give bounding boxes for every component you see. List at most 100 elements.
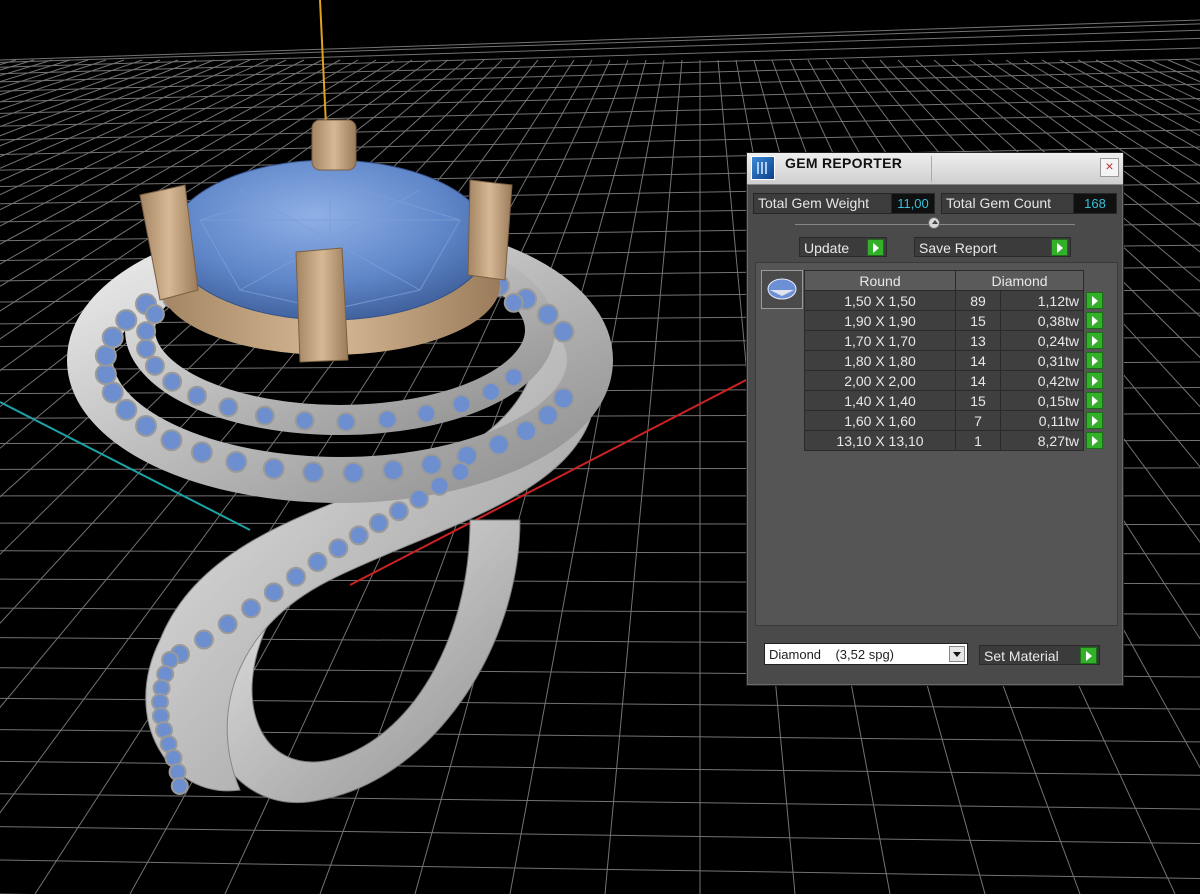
title-divider (931, 156, 932, 182)
material-select[interactable]: Diamond (3,52 spg) (764, 643, 968, 665)
pave-stone (515, 419, 538, 442)
row-select-cell (1084, 371, 1107, 391)
pave-stone (377, 409, 398, 430)
pave-stone (416, 403, 437, 424)
slider-handle[interactable] (928, 217, 940, 229)
pave-stone (285, 566, 306, 587)
gem-count-cell: 14 (955, 370, 1001, 391)
pave-stone (503, 292, 524, 313)
table-row: 1,90 X 1,90 15 0,38tw (804, 310, 1107, 331)
pave-stone (307, 552, 328, 573)
title-bar[interactable]: GEM REPORTER × (747, 153, 1123, 185)
chevron-down-icon[interactable] (949, 646, 965, 662)
pave-stone (388, 501, 409, 522)
row-play-icon[interactable] (1086, 311, 1103, 329)
pave-stone (144, 304, 165, 325)
gem-table: Round Diamond 1,50 X 1,50 89 1,12tw 1,90 X … (804, 270, 1107, 451)
pave-stone (241, 598, 262, 619)
pave-stone (262, 457, 285, 480)
total-gem-weight-value: 11,00 (891, 193, 935, 214)
gem-count-cell: 1 (955, 430, 1001, 451)
row-select-cell (1084, 411, 1107, 431)
gem-table-area: Round Diamond 1,50 X 1,50 89 1,12tw 1,90 X … (755, 262, 1118, 626)
pave-stone (487, 433, 510, 456)
pave-stone (135, 414, 158, 437)
pave-stone (552, 387, 575, 410)
pave-stone (294, 410, 315, 431)
pave-stone (429, 475, 450, 496)
row-play-icon[interactable] (1086, 411, 1103, 429)
pave-stone (101, 326, 124, 349)
pave-stone (420, 453, 443, 476)
save-report-play-icon[interactable] (1051, 239, 1068, 256)
total-gem-count-value: 168 (1073, 193, 1117, 214)
pave-stone (217, 614, 238, 635)
table-row: 1,50 X 1,50 89 1,12tw (804, 290, 1107, 311)
material-select-value: Diamond (3,52 spg) (769, 647, 895, 662)
row-play-icon[interactable] (1086, 331, 1103, 349)
pave-stone (94, 344, 117, 367)
gem-weight-cell: 1,12tw (1000, 290, 1084, 311)
row-select-cell (1084, 311, 1107, 331)
row-play-icon[interactable] (1086, 391, 1103, 409)
pave-stone (254, 405, 275, 426)
pave-stone (162, 371, 183, 392)
set-material-play-icon[interactable] (1080, 647, 1097, 664)
save-report-button[interactable]: Save Report (914, 237, 1071, 257)
table-row: 13,10 X 13,10 1 8,27tw (804, 430, 1107, 451)
row-play-icon[interactable] (1086, 431, 1103, 449)
pave-stone (190, 441, 213, 464)
gem-size-cell: 13,10 X 13,10 (804, 430, 956, 451)
pave-stone (263, 582, 284, 603)
row-select-cell (1084, 331, 1107, 351)
gem-weight-cell: 0,42tw (1000, 370, 1084, 391)
gem-weight-cell: 0,11tw (1000, 410, 1084, 431)
gem-size-cell: 2,00 X 2,00 (804, 370, 956, 391)
row-play-icon[interactable] (1086, 291, 1103, 309)
table-row: 1,70 X 1,70 13 0,24tw (804, 330, 1107, 351)
pave-stone (115, 309, 138, 332)
gem-count-cell: 15 (955, 390, 1001, 411)
table-row: 1,60 X 1,60 7 0,11tw (804, 410, 1107, 431)
gem-thumbnail[interactable] (761, 270, 803, 309)
row-play-icon[interactable] (1086, 351, 1103, 369)
gem-count-cell: 14 (955, 350, 1001, 371)
pave-stone (342, 461, 365, 484)
gem-count-cell: 89 (955, 290, 1001, 311)
pave-stone (170, 777, 189, 795)
pave-stone (450, 461, 471, 482)
pave-stone (552, 320, 575, 343)
row-play-icon[interactable] (1086, 371, 1103, 389)
column-header-shape: Round (804, 270, 956, 291)
table-row: 1,40 X 1,40 15 0,15tw (804, 390, 1107, 411)
update-button-label: Update (804, 240, 850, 256)
gem-weight-cell: 0,31tw (1000, 350, 1084, 371)
pave-stone (368, 513, 389, 534)
table-row: 2,00 X 2,00 14 0,42tw (804, 370, 1107, 391)
update-button[interactable]: Update (799, 237, 887, 257)
pave-stone (225, 450, 248, 473)
total-gem-count-label: Total Gem Count (941, 193, 1075, 214)
gem-weight-cell: 0,15tw (1000, 390, 1084, 411)
update-play-icon[interactable] (867, 239, 884, 256)
pave-stone (193, 629, 214, 650)
pave-stone (160, 429, 183, 452)
gem-size-cell: 1,90 X 1,90 (804, 310, 956, 331)
gem-size-cell: 1,40 X 1,40 (804, 390, 956, 411)
round-gem-icon (767, 278, 797, 300)
pave-stone (101, 381, 124, 404)
column-header-material: Diamond (955, 270, 1084, 291)
set-material-button[interactable]: Set Material (979, 645, 1100, 665)
close-button[interactable]: × (1100, 158, 1119, 177)
pave-stone (503, 367, 524, 388)
pave-stone (136, 321, 157, 342)
pave-stone (408, 488, 429, 509)
pave-stone (382, 459, 405, 482)
pave-stone (218, 397, 239, 418)
pave-stone (536, 303, 559, 326)
gem-weight-cell: 0,38tw (1000, 310, 1084, 331)
total-gem-weight-label: Total Gem Weight (753, 193, 895, 214)
row-select-cell (1084, 431, 1107, 451)
gem-count-cell: 13 (955, 330, 1001, 351)
pave-stone (451, 394, 472, 415)
